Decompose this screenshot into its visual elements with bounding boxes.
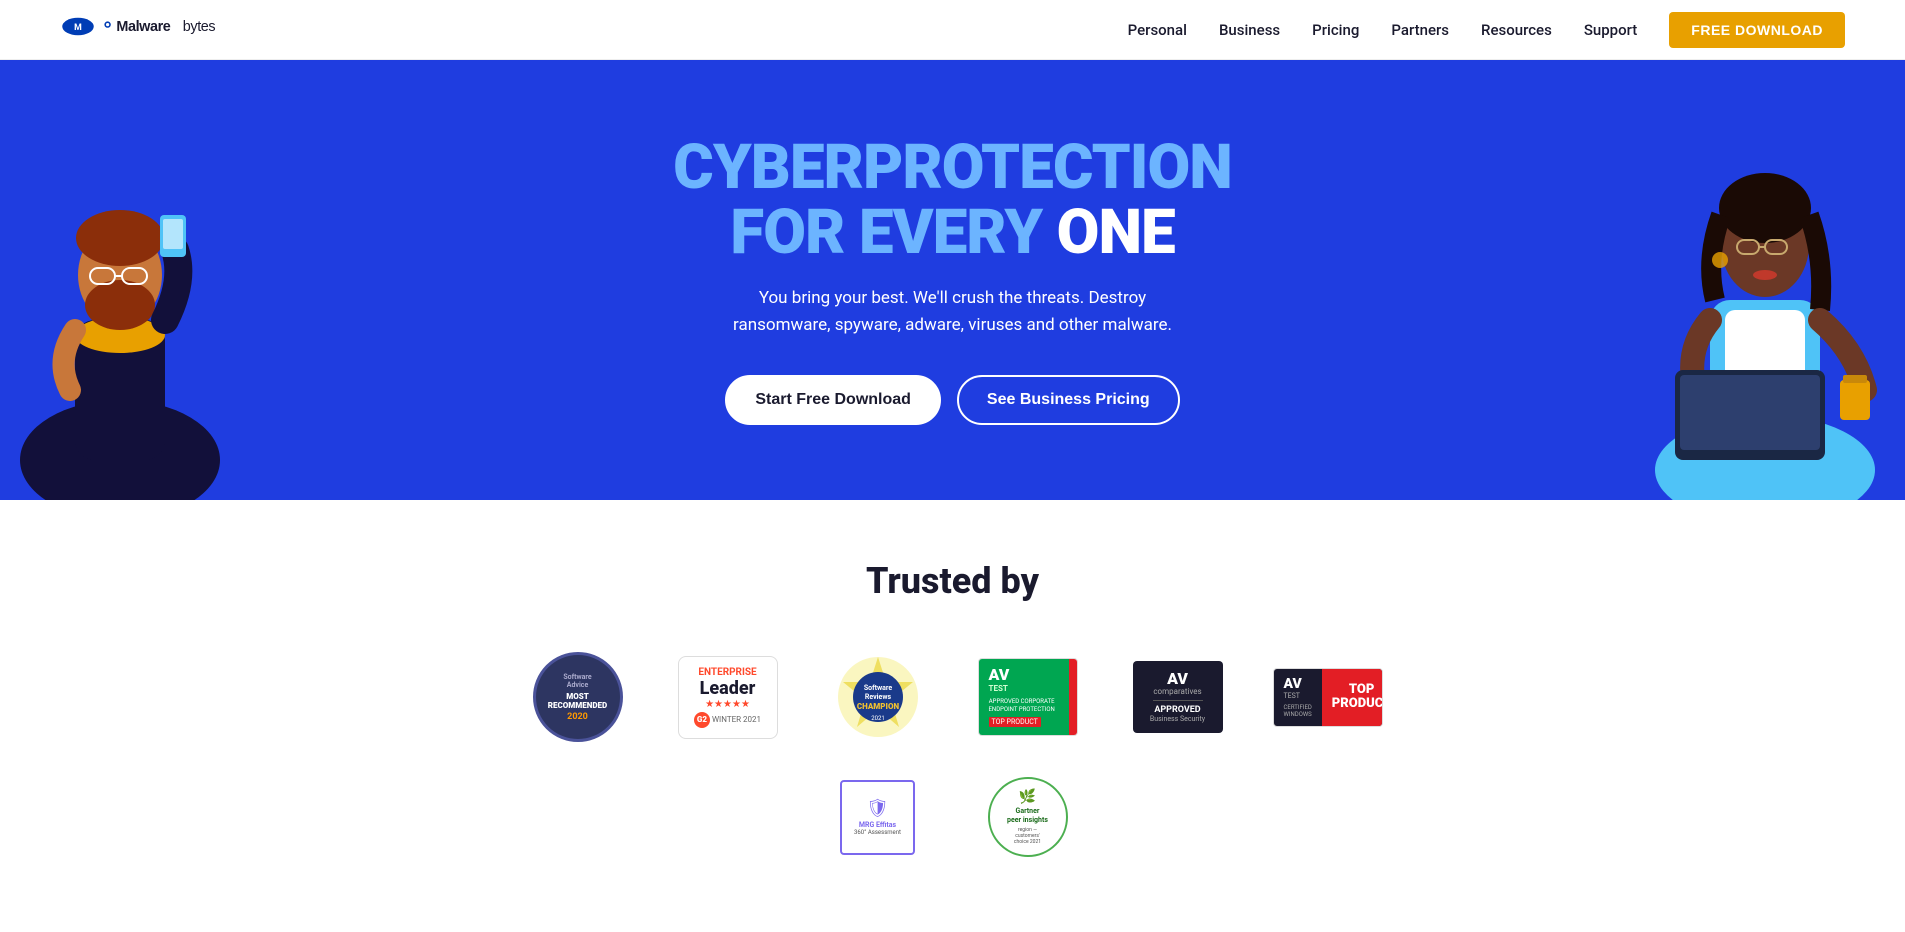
hero-subtitle: You bring your best. We'll crush the thr… — [713, 285, 1193, 339]
badge-software-advice: Software Advice MOST RECOMMENDED 2020 — [523, 652, 633, 742]
hero-buttons: Start Free Download See Business Pricing — [673, 375, 1232, 425]
badges-row-2: 🛡 MRG Effitas 360° Assessment 🌿 Gartnerp… — [40, 772, 1865, 862]
hero-title: CYBERPROTECTION FOR EVERY ONE — [673, 135, 1232, 265]
svg-text:2021: 2021 — [871, 715, 885, 722]
badge-software-reviews: Software Reviews CHAMPION 2021 — [823, 652, 933, 742]
nav-business[interactable]: Business — [1219, 21, 1280, 39]
trusted-section: Trusted by Software Advice MOST RECOMMEN… — [0, 500, 1905, 932]
logo-text: Malware bytes — [102, 13, 262, 47]
logo[interactable]: M Malware bytes — [60, 13, 262, 47]
hero-section: CYBERPROTECTION FOR EVERY ONE You bring … — [0, 60, 1905, 500]
nav-partners[interactable]: Partners — [1391, 21, 1449, 39]
logo-icon: M — [60, 16, 96, 44]
badges-row-1: Software Advice MOST RECOMMENDED 2020 EN… — [40, 652, 1865, 742]
hero-right-illustration — [1625, 100, 1905, 500]
see-business-pricing-button[interactable]: See Business Pricing — [957, 375, 1180, 425]
svg-text:Software: Software — [863, 684, 892, 692]
badge-g2: ENTERPRISE Leader ★★★★★ G2 WINTER 2021 — [673, 652, 783, 742]
nav-links: Personal Business Pricing Partners Resou… — [1128, 12, 1845, 48]
badge-av-test-top: AV TEST CERTIFIEDWINDOWS TOPPRODUCT — [1273, 652, 1383, 742]
svg-text:bytes: bytes — [183, 19, 216, 35]
nav-free-download-button[interactable]: FREE DOWNLOAD — [1669, 12, 1845, 48]
hero-left-illustration — [0, 120, 240, 500]
trusted-title: Trusted by — [40, 560, 1865, 602]
svg-text:M: M — [74, 23, 82, 33]
nav-support[interactable]: Support — [1584, 21, 1637, 39]
badge-gartner: 🌿 Gartnerpeer insights region —customers… — [973, 772, 1083, 862]
nav-pricing[interactable]: Pricing — [1312, 21, 1359, 39]
navbar: M Malware bytes Personal Business Pricin… — [0, 0, 1905, 60]
badge-av-comparatives: AV comparatives APPROVED Business Securi… — [1123, 652, 1233, 742]
nav-personal[interactable]: Personal — [1128, 21, 1187, 39]
svg-text:CHAMPION: CHAMPION — [856, 702, 899, 711]
start-download-button[interactable]: Start Free Download — [725, 375, 941, 425]
badge-mrg: 🛡 MRG Effitas 360° Assessment — [823, 772, 933, 862]
svg-text:Reviews: Reviews — [864, 693, 891, 701]
badge-av-test-endpoint: AV TEST APPROVED CORPORATEENDPOINT PROTE… — [973, 652, 1083, 742]
hero-content: CYBERPROTECTION FOR EVERY ONE You bring … — [653, 135, 1252, 426]
nav-resources[interactable]: Resources — [1481, 21, 1552, 39]
svg-text:Malware: Malware — [116, 19, 170, 35]
